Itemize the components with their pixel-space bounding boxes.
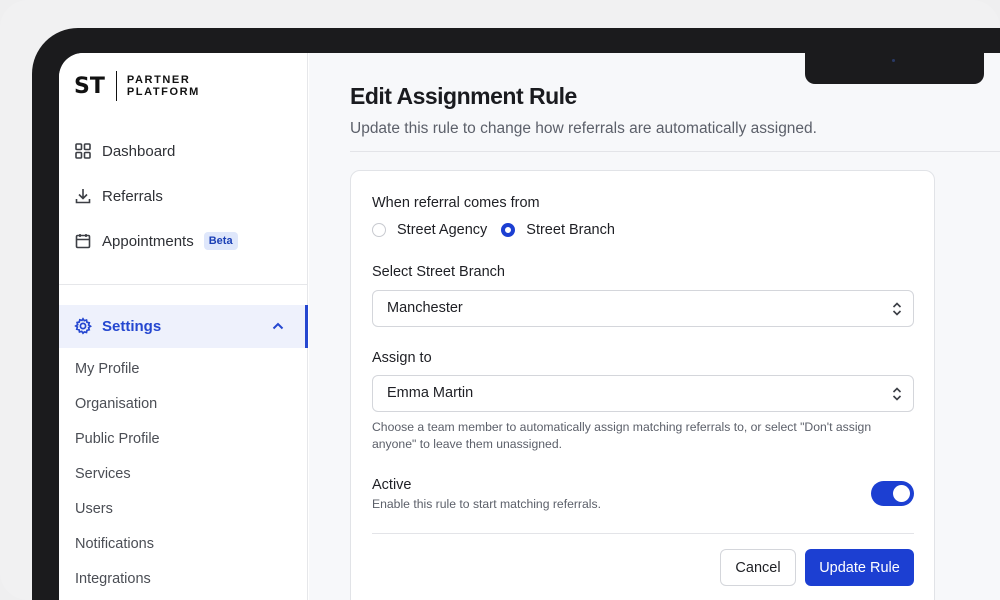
radio-option-street-agency[interactable]: Street Agency [372,222,487,238]
brand-logo[interactable]: ST PARTNER PLATFORM [74,71,200,101]
branch-label: Select Street Branch [372,264,505,280]
source-label: When referral comes from [372,195,540,211]
assign-select-value: Emma Martin [387,385,474,401]
active-label: Active [372,477,412,493]
source-radio-group: Street Agency Street Branch [372,222,629,238]
camera-lens [892,59,895,62]
sidebar-subitem-notifications[interactable]: Notifications [75,536,154,552]
settings-label-group: Settings [74,317,161,335]
sidebar-item-label: Referrals [102,187,163,205]
cancel-button[interactable]: Cancel [720,549,796,586]
logo-mark: ST [74,73,105,99]
app-screen: ST PARTNER PLATFORM Dashboard Referrals … [59,53,1000,600]
grid-icon [75,143,91,159]
form-footer-divider [372,533,914,534]
sidebar-item-label: Dashboard [102,142,176,160]
radio-street-agency[interactable] [372,223,386,237]
page-subtitle: Update this rule to change how referrals… [350,120,817,137]
sidebar-item-label: Appointments [102,232,194,250]
sidebar-subitem-public-profile[interactable]: Public Profile [75,431,160,447]
assign-label: Assign to [372,350,432,366]
active-indicator [305,305,308,348]
logo-text: PARTNER PLATFORM [127,74,200,98]
sidebar-subitem-users[interactable]: Users [75,501,113,517]
sidebar-item-label: Settings [102,317,162,335]
active-toggle[interactable] [871,481,914,506]
radio-option-street-branch[interactable]: Street Branch [501,222,615,238]
logo-line-2: PLATFORM [126,86,200,98]
toggle-knob [893,485,910,502]
sidebar-subitem-integrations[interactable]: Integrations [75,571,151,587]
sidebar: ST PARTNER PLATFORM Dashboard Referrals … [59,53,308,600]
main-content: Edit Assignment Rule Update this rule to… [309,53,1000,600]
sidebar-item-referrals[interactable]: Referrals [74,187,163,205]
radio-label: Street Agency [397,222,488,238]
sidebar-subitem-services[interactable]: Services [75,466,131,482]
update-rule-button[interactable]: Update Rule [805,549,914,586]
sidebar-item-settings[interactable]: Settings [59,305,308,348]
camera-notch [805,53,984,84]
download-icon [75,189,91,204]
assign-select[interactable]: Emma Martin [372,375,914,412]
radio-street-branch[interactable] [501,223,516,237]
select-chevron-icon [892,302,902,316]
sidebar-subitem-my-profile[interactable]: My Profile [75,361,139,377]
page-title: Edit Assignment Rule [350,83,577,109]
calendar-icon [75,234,91,249]
sidebar-item-appointments[interactable]: Appointments Beta [74,232,238,250]
header-divider [350,151,1000,152]
branch-select[interactable]: Manchester [372,290,914,327]
assign-help-text: Choose a team member to automatically as… [372,420,872,451]
beta-badge: Beta [203,232,238,250]
gear-icon [74,317,92,335]
sidebar-item-dashboard[interactable]: Dashboard [74,142,175,160]
logo-line-1: PARTNER [126,74,191,86]
chevron-up-icon[interactable] [271,319,285,333]
active-description: Enable this rule to start matching refer… [372,497,601,511]
sidebar-subitem-organisation[interactable]: Organisation [75,396,157,412]
branch-select-value: Manchester [387,300,463,316]
sidebar-divider [59,284,308,285]
select-chevron-icon [892,387,902,401]
logo-divider [115,71,117,101]
radio-label: Street Branch [526,222,615,238]
assignment-rule-form: When referral comes from Street Agency S… [350,170,935,600]
